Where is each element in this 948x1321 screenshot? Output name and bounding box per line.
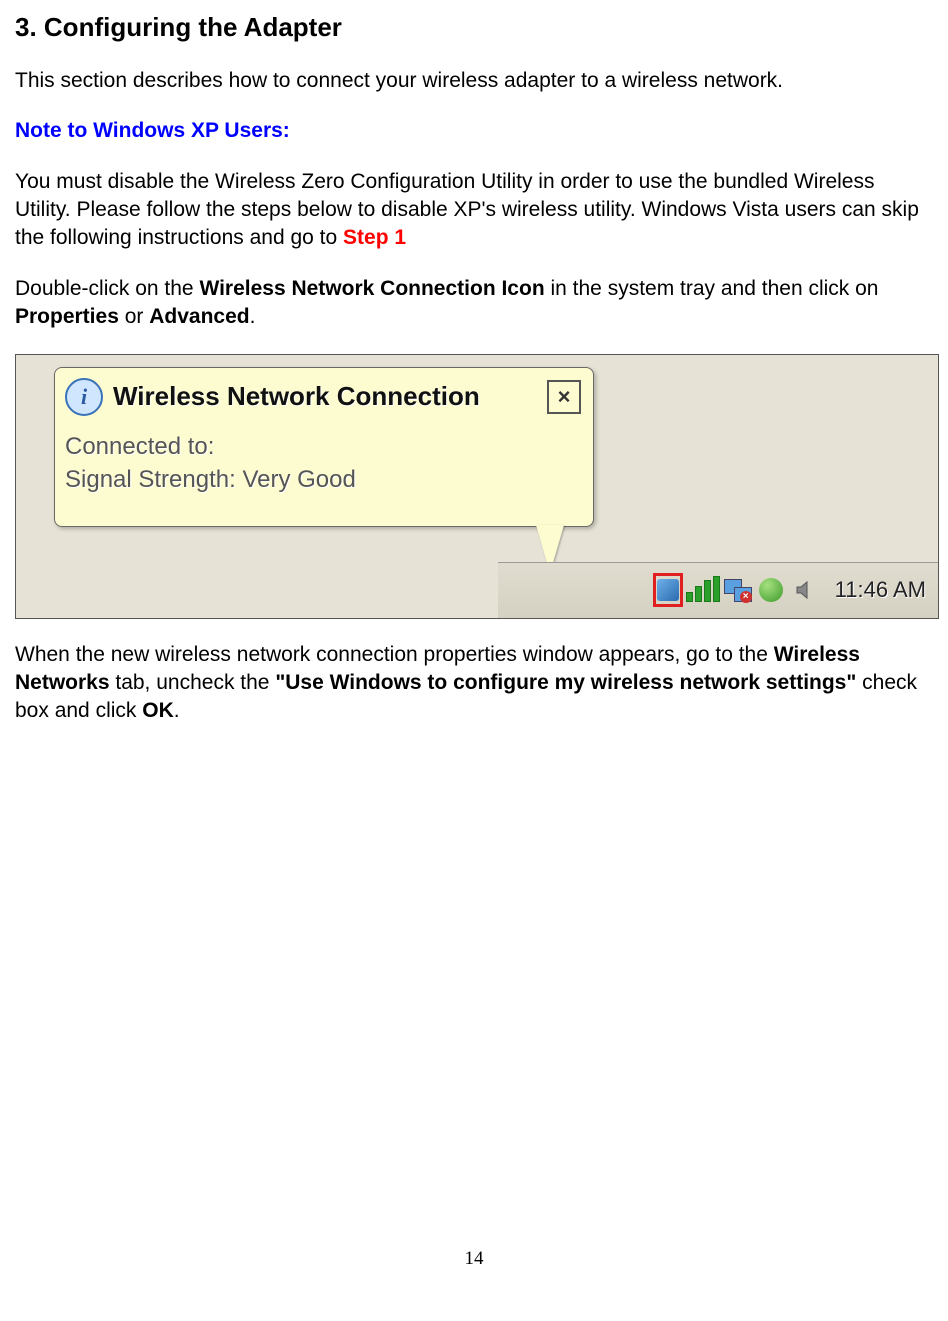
tray-wireless-icon-highlighted[interactable]: [653, 573, 683, 607]
paragraph-double-click: Double-click on the Wireless Network Con…: [15, 275, 933, 332]
volume-icon[interactable]: [791, 576, 819, 604]
green-circle-icon[interactable]: [757, 576, 785, 604]
signal-bars-icon[interactable]: [689, 576, 717, 604]
balloon-body: Connected to: Signal Strength: Very Good: [65, 430, 581, 497]
text-span: in the system tray and then click on: [545, 277, 879, 300]
text-span: When the new wireless network connection…: [15, 643, 774, 666]
paragraph-disable-utility: You must disable the Wireless Zero Confi…: [15, 168, 933, 253]
balloon-close-button[interactable]: ×: [547, 380, 581, 414]
balloon-title: Wireless Network Connection: [113, 379, 547, 414]
bold-wnc-icon: Wireless Network Connection Icon: [199, 277, 544, 300]
paragraph-uncheck: When the new wireless network connection…: [15, 641, 933, 726]
page-number: 14: [15, 1246, 933, 1272]
text-span: Double-click on the: [15, 277, 199, 300]
notification-balloon[interactable]: i Wireless Network Connection × Connecte…: [54, 367, 594, 527]
text-span: or: [119, 305, 149, 328]
text-span: You must disable the Wireless Zero Confi…: [15, 170, 919, 250]
text-span: .: [174, 699, 180, 722]
step1-label: Step 1: [343, 226, 406, 249]
system-tray: × 11:46 AM: [498, 562, 938, 618]
bold-advanced: Advanced: [149, 305, 249, 328]
network-disconnected-icon[interactable]: ×: [723, 576, 751, 604]
bold-use-windows-checkbox-label: "Use Windows to configure my wireless ne…: [275, 671, 856, 694]
info-icon: i: [65, 378, 103, 416]
balloon-line-connected: Connected to:: [65, 430, 581, 464]
note-xp-header: Note to Windows XP Users:: [15, 117, 933, 145]
bold-properties: Properties: [15, 305, 119, 328]
screenshot-tray-balloon: i Wireless Network Connection × Connecte…: [15, 354, 939, 619]
document-page: 3. Configuring the Adapter This section …: [0, 0, 948, 1311]
balloon-header: i Wireless Network Connection ×: [65, 376, 581, 418]
system-clock[interactable]: 11:46 AM: [835, 575, 926, 605]
wireless-connection-icon[interactable]: [657, 579, 679, 601]
intro-paragraph: This section describes how to connect yo…: [15, 67, 933, 95]
balloon-line-signal: Signal Strength: Very Good: [65, 463, 581, 497]
text-span: tab, uncheck the: [110, 671, 276, 694]
text-span: .: [250, 305, 256, 328]
section-heading: 3. Configuring the Adapter: [15, 10, 933, 45]
bold-ok: OK: [142, 699, 174, 722]
